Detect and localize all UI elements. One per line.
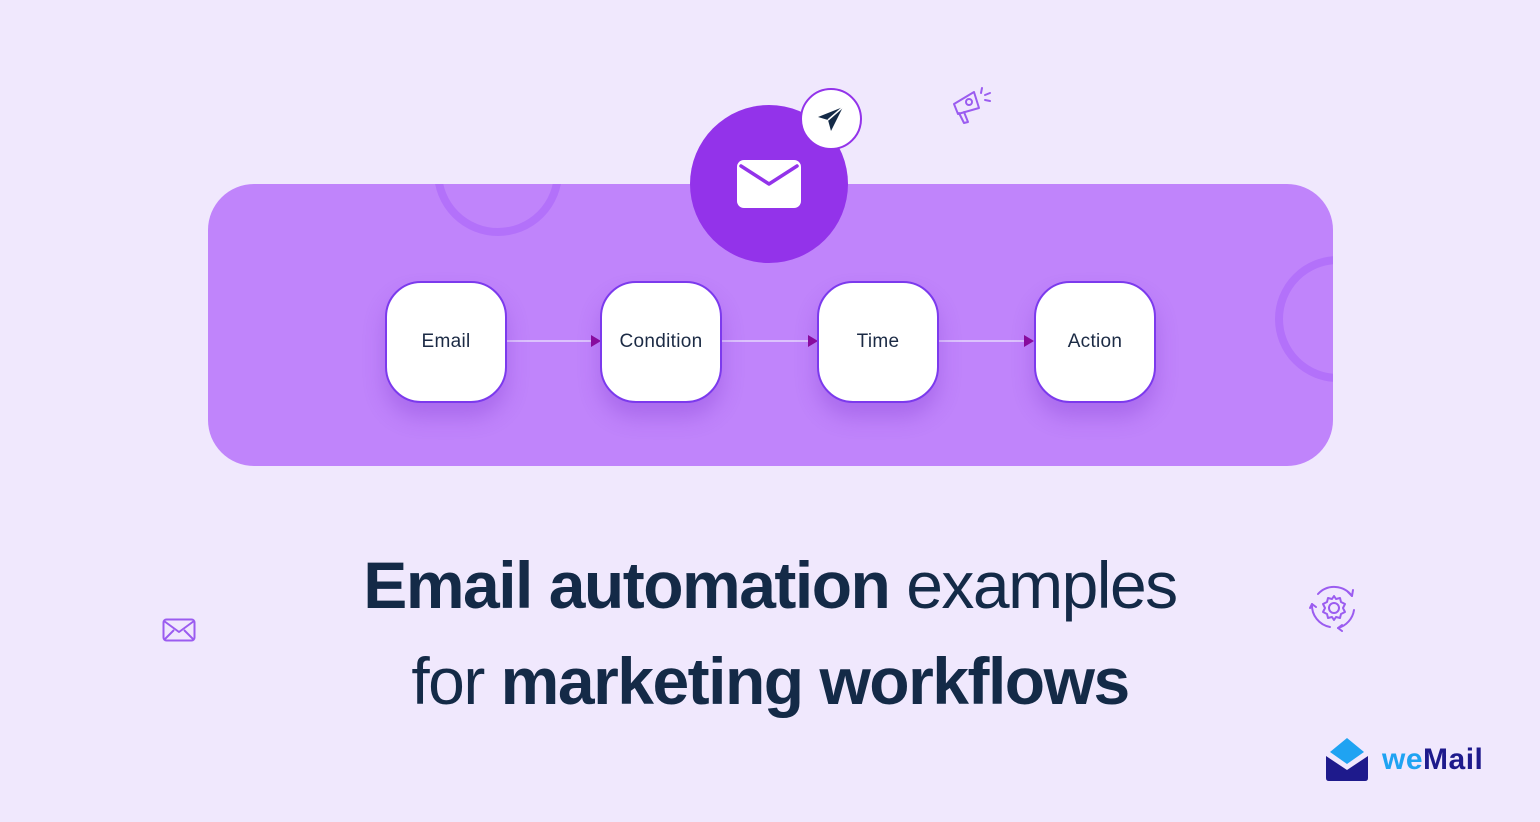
workflow-node-email: Email [385, 281, 507, 403]
workflow-node-action: Action [1034, 281, 1156, 403]
workflow-node-condition: Condition [600, 281, 722, 403]
connector-line [939, 340, 1025, 342]
workflow-node-time: Time [817, 281, 939, 403]
paper-plane-icon [818, 106, 844, 131]
headline-line-1: Email automation examples [0, 552, 1540, 618]
node-label: Time [856, 331, 900, 352]
wemail-logo-icon [1326, 738, 1368, 781]
decorative-arc [434, 184, 562, 236]
megaphone-icon [953, 87, 991, 124]
small-envelope-icon [162, 618, 196, 642]
arrowhead [1024, 335, 1034, 347]
connector-line [722, 340, 810, 342]
node-label: Email [421, 331, 471, 352]
headline-light: for [411, 644, 501, 718]
envelope-icon [737, 160, 801, 208]
wemail-logo: weMail [1324, 738, 1483, 782]
send-badge [800, 88, 862, 150]
headline-light: examples [889, 548, 1178, 622]
decorative-arc [1275, 256, 1333, 382]
node-label: Condition [619, 331, 703, 352]
node-label: Action [1067, 331, 1123, 352]
headline-bold: Email automation [363, 548, 891, 622]
headline-line-2: for marketing workflows [0, 648, 1540, 714]
headline-bold: marketing workflows [500, 644, 1131, 718]
connector-line [506, 340, 592, 342]
brand-name: weMail [1382, 743, 1484, 776]
